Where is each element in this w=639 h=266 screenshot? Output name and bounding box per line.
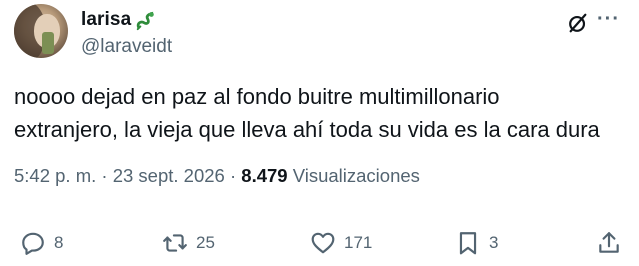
tweet-date[interactable]: 23 sept. 2026 — [113, 165, 225, 186]
bookmark-icon — [459, 232, 477, 255]
avatar[interactable] — [14, 4, 68, 58]
retweet-icon — [163, 234, 187, 252]
meta-separator: · — [229, 165, 237, 186]
display-name[interactable]: larisa — [81, 9, 156, 31]
avatar-bottle — [42, 32, 54, 54]
views-count: 8.479 — [241, 165, 288, 186]
tweet-text-line: noooo dejad en paz al fondo buitre multi… — [14, 84, 500, 109]
meta-separator: · — [101, 165, 108, 186]
heart-icon — [311, 232, 335, 254]
bookmark-button[interactable]: 3 — [455, 226, 498, 260]
bookmark-count: 3 — [489, 233, 499, 252]
reply-count: 8 — [54, 233, 64, 252]
tweet-text-line: extranjero, la vieja que lleva ahí toda … — [14, 117, 600, 142]
display-name-text[interactable]: larisa — [81, 9, 131, 31]
tweet-meta: 5:42 p. m. · 23 sept. 2026 · 8.479 Visua… — [14, 165, 420, 187]
handle[interactable]: @laraveidt — [81, 36, 172, 58]
reply-button[interactable]: 8 — [20, 226, 63, 260]
share-button[interactable] — [596, 226, 622, 260]
reply-icon — [22, 232, 44, 255]
retweet-button[interactable]: 25 — [162, 226, 215, 260]
tweet-text: noooo dejad en paz al fondo buitre multi… — [14, 80, 624, 146]
like-count: 171 — [344, 233, 373, 252]
retweet-count: 25 — [196, 233, 215, 252]
dragon-icon — [137, 11, 155, 31]
tweet-time[interactable]: 5:42 p. m. — [14, 165, 96, 186]
views-label: Visualizaciones — [292, 165, 420, 186]
like-button[interactable]: 171 — [310, 226, 372, 260]
share-icon — [599, 232, 619, 253]
grok-icon[interactable] — [567, 12, 589, 34]
action-bar: 8 25 171 3 — [0, 226, 639, 260]
more-icon[interactable]: ··· — [597, 9, 623, 33]
